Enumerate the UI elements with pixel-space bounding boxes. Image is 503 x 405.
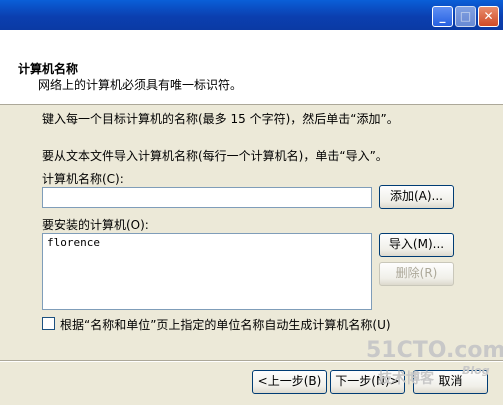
auto-generate-checkbox[interactable] xyxy=(42,317,55,330)
maximize-icon: □ xyxy=(455,6,476,27)
title-bar[interactable]: _ □ ✕ xyxy=(0,0,503,30)
watermark-blog: Blog xyxy=(462,364,490,377)
computer-name-input[interactable] xyxy=(42,187,372,208)
back-button[interactable]: <上一步(B) xyxy=(252,370,327,394)
computers-listbox[interactable]: florence xyxy=(42,233,372,310)
close-icon[interactable]: ✕ xyxy=(478,6,499,27)
computer-name-label: 计算机名称(C): xyxy=(42,172,124,186)
minimize-icon[interactable]: _ xyxy=(432,6,453,27)
computers-list-label: 要安装的计算机(O): xyxy=(42,218,149,232)
watermark-sub: 技术博客 xyxy=(378,371,434,387)
add-button[interactable]: 添加(A)... xyxy=(379,185,454,209)
instruction-add: 键入每一个目标计算机的名称(最多 15 个字符)，然后单击“添加”。 xyxy=(42,112,399,126)
delete-button: 删除(R) xyxy=(379,262,454,286)
list-item[interactable]: florence xyxy=(47,236,367,249)
page-subtitle: 网络上的计算机必须具有唯一标识符。 xyxy=(38,78,243,92)
wizard-header: 计算机名称 网络上的计算机必须具有唯一标识符。 xyxy=(0,30,503,105)
page-title: 计算机名称 xyxy=(18,62,79,76)
auto-generate-label: 根据“名称和单位”页上指定的单位名称自动生成计算机名称(U) xyxy=(60,318,391,332)
instruction-import: 要从文本文件导入计算机名称(每行一个计算机名)，单击“导入”。 xyxy=(42,149,388,163)
watermark-site: 51CTO.com xyxy=(366,338,503,363)
import-button[interactable]: 导入(M)... xyxy=(379,233,454,257)
